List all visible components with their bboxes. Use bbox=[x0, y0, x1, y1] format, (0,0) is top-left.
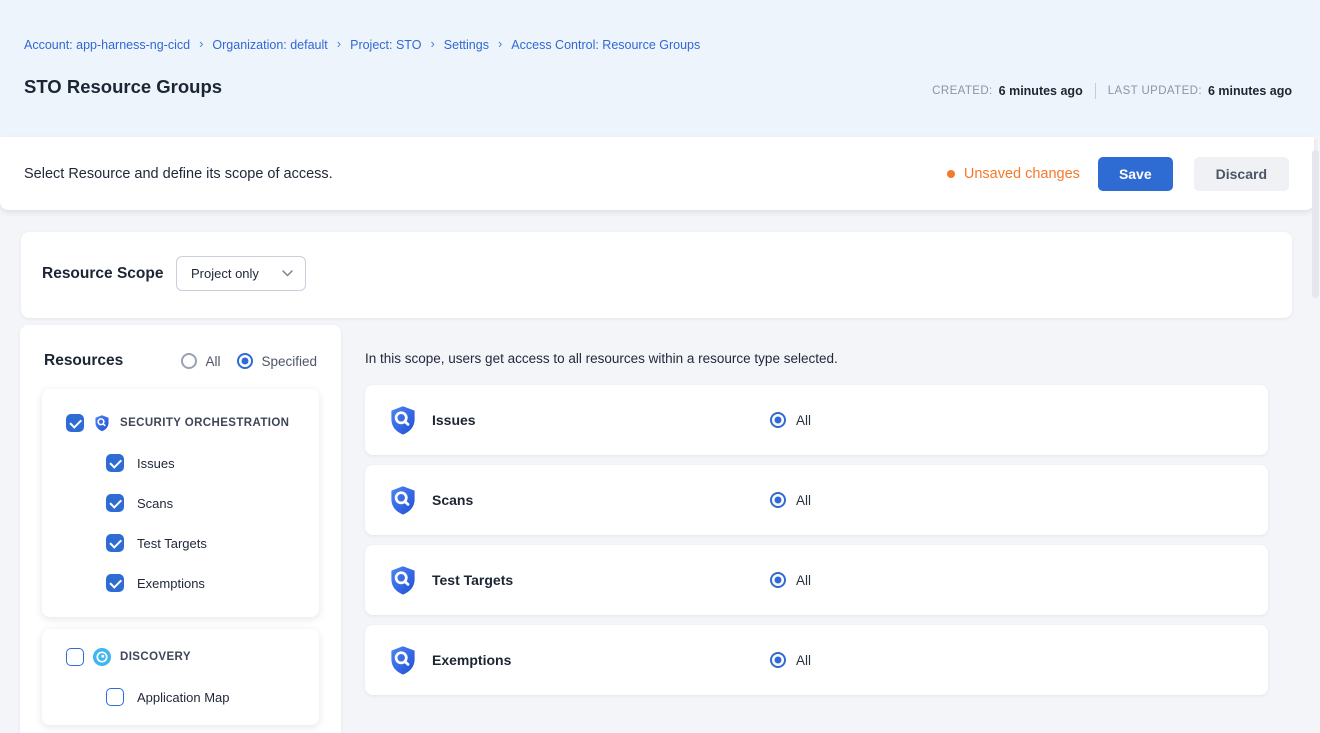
breadcrumb-access-control[interactable]: Access Control: Resource Groups bbox=[511, 38, 700, 52]
radio-all-label: All bbox=[205, 354, 220, 369]
resource-access-radio[interactable]: All bbox=[770, 652, 811, 668]
resource-card-exemptions: Exemptions All bbox=[365, 625, 1268, 695]
page-header: Account: app-harness-ng-cicd › Organizat… bbox=[0, 0, 1320, 135]
tree-group-label: DISCOVERY bbox=[120, 651, 191, 663]
resource-scope-label: Resource Scope bbox=[42, 265, 163, 283]
radio-selected-icon bbox=[770, 652, 786, 668]
resource-card-title: Issues bbox=[432, 412, 476, 428]
sto-shield-icon bbox=[387, 484, 419, 516]
resource-group-page: Account: app-harness-ng-cicd › Organizat… bbox=[0, 0, 1320, 733]
sto-shield-icon bbox=[93, 414, 111, 432]
tree-item-scans[interactable]: Scans bbox=[106, 494, 173, 512]
action-toolbar: Select Resource and define its scope of … bbox=[0, 137, 1314, 210]
unsaved-dot-icon bbox=[947, 170, 955, 178]
checkbox-unchecked-icon[interactable] bbox=[66, 648, 84, 666]
radio-selected-icon bbox=[237, 353, 253, 369]
last-updated-value: 6 minutes ago bbox=[1208, 84, 1292, 98]
breadcrumb-project[interactable]: Project: STO bbox=[350, 38, 421, 52]
radio-selected-icon bbox=[770, 572, 786, 588]
tree-item-label: Test Targets bbox=[137, 536, 207, 551]
resource-card-title: Test Targets bbox=[432, 572, 513, 588]
resources-panel-header: Resources All Specified bbox=[44, 352, 317, 370]
radio-all[interactable]: All bbox=[181, 353, 220, 369]
checkbox-checked-icon[interactable] bbox=[106, 494, 124, 512]
unsaved-changes-indicator: Unsaved changes bbox=[947, 166, 1080, 182]
resources-title: Resources bbox=[44, 352, 123, 370]
chevron-right-icon: › bbox=[430, 36, 434, 51]
chevron-down-icon bbox=[282, 270, 293, 277]
chevron-right-icon: › bbox=[337, 36, 341, 51]
resource-card-test-targets: Test Targets All bbox=[365, 545, 1268, 615]
resource-access-radio[interactable]: All bbox=[770, 412, 811, 428]
tree-item-label: Application Map bbox=[137, 690, 230, 705]
tree-group-security-orchestration[interactable]: SECURITY ORCHESTRATION bbox=[66, 414, 289, 432]
resource-card-scans: Scans All bbox=[365, 465, 1268, 535]
tree-item-exemptions[interactable]: Exemptions bbox=[106, 574, 205, 592]
created-value: 6 minutes ago bbox=[999, 84, 1083, 98]
sto-shield-icon bbox=[387, 564, 419, 596]
radio-selected-icon bbox=[770, 492, 786, 508]
resource-card-title: Exemptions bbox=[432, 652, 511, 668]
resources-mode-radios: All Specified bbox=[181, 353, 317, 369]
tree-item-issues[interactable]: Issues bbox=[106, 454, 175, 472]
scrollbar[interactable] bbox=[1312, 150, 1319, 298]
resource-access-radio[interactable]: All bbox=[770, 492, 811, 508]
breadcrumb-organization[interactable]: Organization: default bbox=[212, 38, 327, 52]
save-button[interactable]: Save bbox=[1098, 157, 1173, 191]
checkbox-checked-icon[interactable] bbox=[106, 454, 124, 472]
resource-scope-selected-value: Project only bbox=[191, 266, 282, 281]
checkbox-checked-icon[interactable] bbox=[66, 414, 84, 432]
toolbar-actions: Unsaved changes Save Discard bbox=[947, 157, 1289, 191]
breadcrumb: Account: app-harness-ng-cicd › Organizat… bbox=[24, 37, 700, 52]
header-meta: CREATED: 6 minutes ago LAST UPDATED: 6 m… bbox=[932, 83, 1292, 99]
meta-divider bbox=[1095, 83, 1096, 99]
resource-scope-select[interactable]: Project only bbox=[176, 256, 306, 291]
page-title: STO Resource Groups bbox=[24, 76, 222, 98]
resource-scope-card: Resource Scope Project only bbox=[21, 232, 1292, 318]
tree-item-test-targets[interactable]: Test Targets bbox=[106, 534, 207, 552]
tree-group-discovery[interactable]: DISCOVERY bbox=[66, 648, 191, 666]
last-updated-label: LAST UPDATED: bbox=[1108, 85, 1202, 97]
tree-item-label: Scans bbox=[137, 496, 173, 511]
radio-specified[interactable]: Specified bbox=[237, 353, 317, 369]
resource-group-security-orchestration: SECURITY ORCHESTRATION Issues Scans Test… bbox=[42, 389, 319, 617]
checkbox-checked-icon[interactable] bbox=[106, 534, 124, 552]
tree-item-label: Exemptions bbox=[137, 576, 205, 591]
access-all-label: All bbox=[796, 573, 811, 588]
unsaved-changes-label: Unsaved changes bbox=[964, 166, 1080, 182]
radio-specified-label: Specified bbox=[261, 354, 317, 369]
sto-shield-icon bbox=[387, 404, 419, 436]
breadcrumb-settings[interactable]: Settings bbox=[444, 38, 489, 52]
access-all-label: All bbox=[796, 653, 811, 668]
chevron-right-icon: › bbox=[199, 36, 203, 51]
tree-group-label: SECURITY ORCHESTRATION bbox=[120, 417, 289, 429]
resource-card-issues: Issues All bbox=[365, 385, 1268, 455]
radio-selected-icon bbox=[770, 412, 786, 428]
tree-item-application-map[interactable]: Application Map bbox=[106, 688, 230, 706]
radio-circle-icon bbox=[181, 353, 197, 369]
checkbox-checked-icon[interactable] bbox=[106, 574, 124, 592]
access-all-label: All bbox=[796, 413, 811, 428]
chevron-right-icon: › bbox=[498, 36, 502, 51]
sto-shield-icon bbox=[387, 644, 419, 676]
breadcrumb-account[interactable]: Account: app-harness-ng-cicd bbox=[24, 38, 190, 52]
toolbar-description: Select Resource and define its scope of … bbox=[24, 166, 333, 182]
checkbox-unchecked-icon[interactable] bbox=[106, 688, 124, 706]
discovery-icon bbox=[93, 648, 111, 666]
access-all-label: All bbox=[796, 493, 811, 508]
tree-item-label: Issues bbox=[137, 456, 175, 471]
resources-panel: Resources All Specified SECURITY ORCHEST… bbox=[20, 325, 341, 733]
discard-button[interactable]: Discard bbox=[1194, 157, 1289, 191]
resource-access-radio[interactable]: All bbox=[770, 572, 811, 588]
scope-description: In this scope, users get access to all r… bbox=[365, 351, 838, 366]
resource-card-title: Scans bbox=[432, 492, 473, 508]
resource-group-discovery: DISCOVERY Application Map bbox=[42, 629, 319, 725]
created-label: CREATED: bbox=[932, 85, 993, 97]
